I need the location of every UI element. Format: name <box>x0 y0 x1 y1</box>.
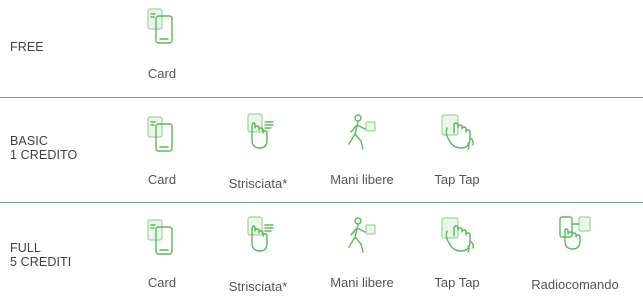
feature-label: Strisciata* <box>228 279 288 294</box>
swipe-hand-icon <box>238 215 278 255</box>
feature-card: Card <box>137 114 187 194</box>
feature-hands-free: Mani libere <box>320 215 404 295</box>
plan-row-full: FULL 5 CREDITI Card Strisciata* Mani lib… <box>0 203 643 298</box>
feature-card: Card <box>137 217 187 297</box>
plan-label-full: FULL 5 CREDITI <box>10 241 72 269</box>
card-phone-icon <box>142 114 182 154</box>
feature-label: Radiocomando <box>531 277 619 292</box>
swipe-hand-icon <box>238 112 278 152</box>
plan-row-free: FREE Card <box>0 0 643 94</box>
feature-hands-free: Mani libere <box>320 112 404 192</box>
feature-label: Card <box>147 172 177 187</box>
feature-label: Card <box>147 275 177 290</box>
feature-label: Card <box>147 66 177 81</box>
plan-row-basic: BASIC 1 CREDITO Card Strisciata* Mani li… <box>0 98 643 198</box>
tap-tap-hand-icon <box>437 112 477 152</box>
card-phone-icon <box>142 217 182 257</box>
card-phone-icon <box>142 6 182 46</box>
feature-label: Mani libere <box>330 172 394 187</box>
feature-label: Mani libere <box>330 275 394 290</box>
feature-card: Card <box>137 6 187 86</box>
feature-label: Tap Tap <box>434 172 480 187</box>
feature-swipe: Strisciata* <box>218 215 298 295</box>
remote-control-icon <box>555 213 595 253</box>
feature-label: Tap Tap <box>434 275 480 290</box>
feature-tap-tap: Tap Tap <box>420 112 494 192</box>
hands-free-walker-icon <box>342 112 382 152</box>
feature-swipe: Strisciata* <box>218 112 298 192</box>
hands-free-walker-icon <box>342 215 382 255</box>
plan-label-basic: BASIC 1 CREDITO <box>10 134 78 162</box>
feature-label: Strisciata* <box>228 176 288 191</box>
feature-tap-tap: Tap Tap <box>420 215 494 295</box>
tap-tap-hand-icon <box>437 215 477 255</box>
feature-remote-control: Radiocomando <box>520 213 630 295</box>
plan-label-free: FREE <box>10 40 44 54</box>
